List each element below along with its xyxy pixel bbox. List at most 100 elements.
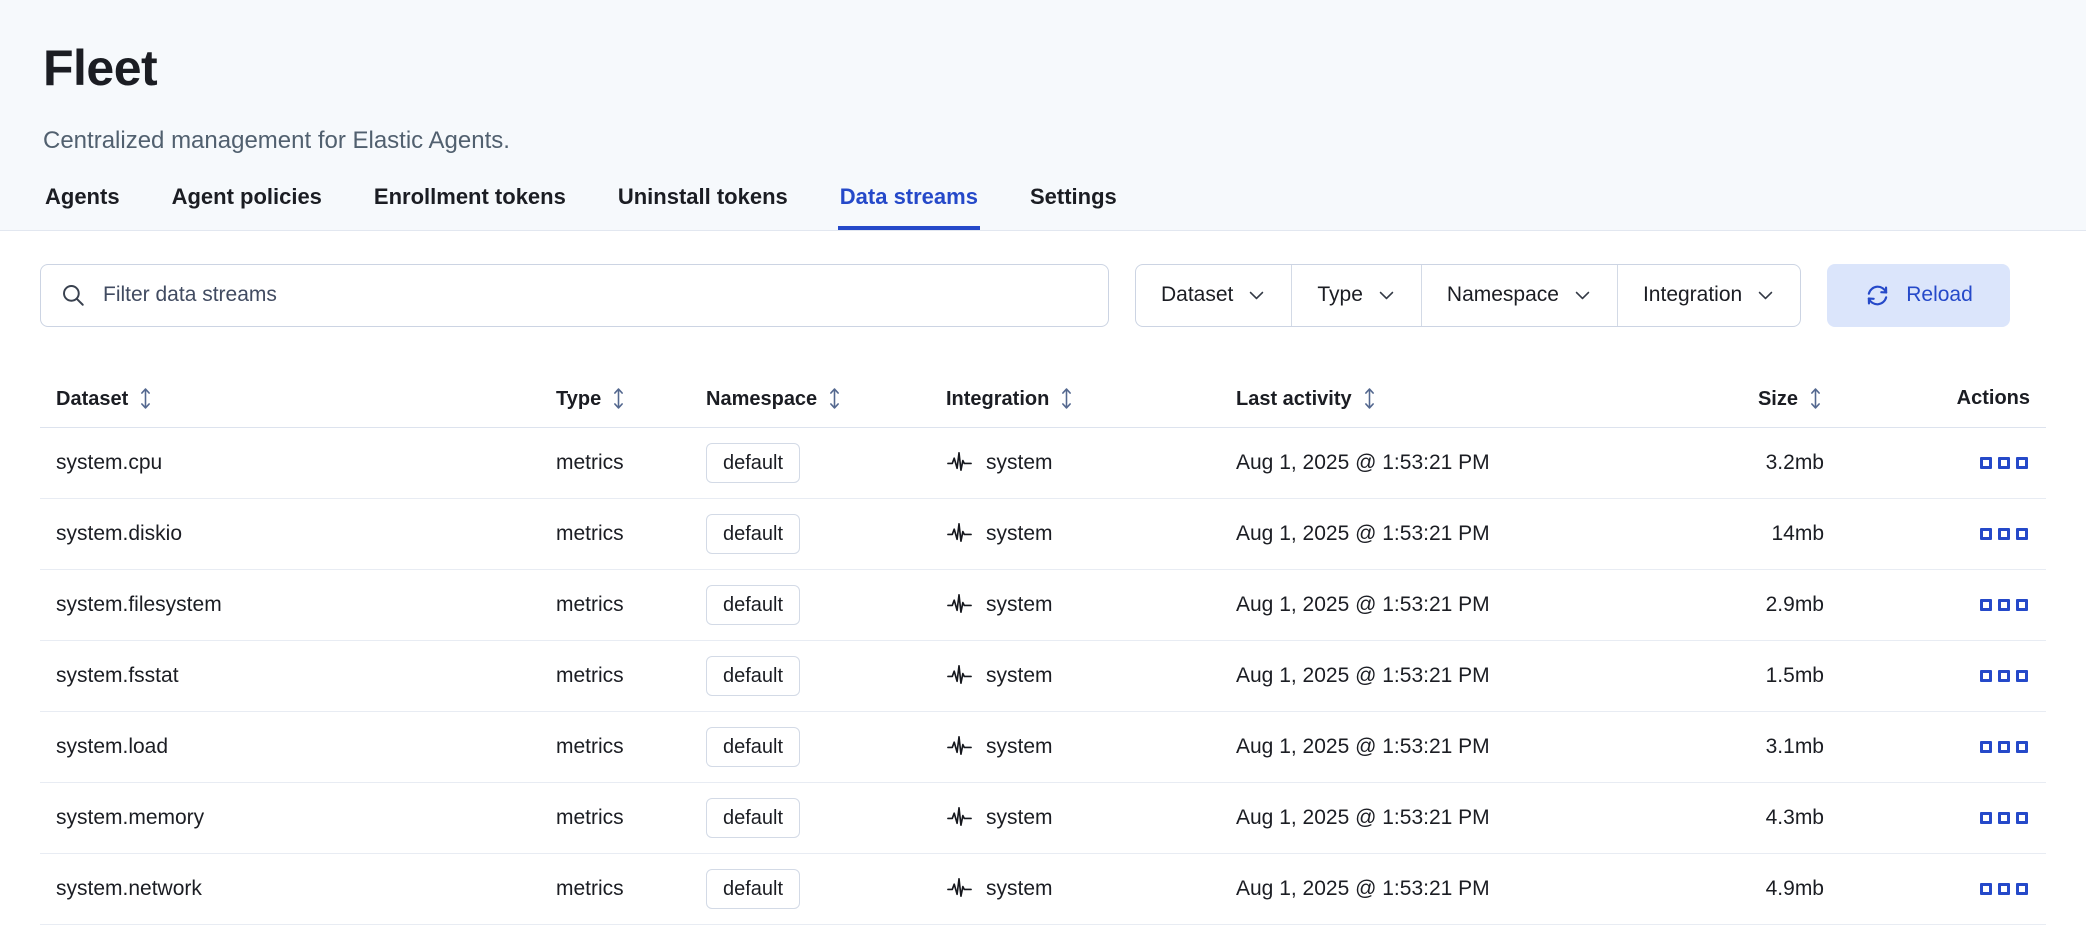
tab-data-streams[interactable]: Data streams bbox=[838, 184, 980, 230]
pulse-icon bbox=[946, 804, 973, 831]
actions-button[interactable] bbox=[1978, 595, 2030, 615]
size-cell: 2.9mb bbox=[1640, 569, 1840, 640]
tab-enrollment-tokens[interactable]: Enrollment tokens bbox=[372, 184, 568, 230]
page-subtitle: Centralized management for Elastic Agent… bbox=[43, 126, 2043, 156]
sort-icon bbox=[1361, 387, 1378, 410]
namespace-cell: default bbox=[690, 711, 930, 782]
dataset-cell: system.fsstat bbox=[40, 640, 540, 711]
table-header-row: Dataset Type Namespace Integration Last … bbox=[40, 381, 2046, 428]
tab-uninstall-tokens[interactable]: Uninstall tokens bbox=[616, 184, 790, 230]
namespace-cell: default bbox=[690, 498, 930, 569]
chevron-down-icon bbox=[1377, 286, 1396, 305]
pulse-icon bbox=[946, 733, 973, 760]
last-activity-cell: Aug 1, 2025 @ 1:53:21 PM bbox=[1220, 782, 1640, 853]
tab-bar: Agents Agent policies Enrollment tokens Uni… bbox=[43, 184, 2043, 230]
type-cell: metrics bbox=[540, 498, 690, 569]
data-streams-table: Dataset Type Namespace Integration Last … bbox=[40, 381, 2046, 925]
refresh-icon bbox=[1864, 282, 1891, 309]
table-row: system.fsstat metrics default system Aug… bbox=[40, 640, 2046, 711]
search-box[interactable] bbox=[40, 264, 1109, 327]
column-header-label: Size bbox=[1758, 388, 1798, 410]
tab-label: Enrollment tokens bbox=[374, 184, 566, 209]
column-header-last_activity[interactable]: Last activity bbox=[1220, 381, 1640, 428]
filter-button-integration[interactable]: Integration bbox=[1618, 265, 1800, 326]
search-input[interactable] bbox=[101, 282, 1089, 308]
tab-agent-policies[interactable]: Agent policies bbox=[170, 184, 324, 230]
namespace-badge: default bbox=[706, 585, 800, 625]
toolbar: Dataset Type Namespace Integration Reloa… bbox=[0, 231, 2086, 327]
reload-button[interactable]: Reload bbox=[1827, 264, 2010, 327]
integration-cell: system bbox=[930, 569, 1220, 640]
pulse-icon bbox=[946, 875, 973, 902]
actions-button[interactable] bbox=[1978, 808, 2030, 828]
column-header-integration[interactable]: Integration bbox=[930, 381, 1220, 428]
namespace-badge: default bbox=[706, 798, 800, 838]
size-cell: 4.9mb bbox=[1640, 853, 1840, 924]
column-header-namespace[interactable]: Namespace bbox=[690, 381, 930, 428]
filter-button-namespace[interactable]: Namespace bbox=[1422, 265, 1618, 326]
actions-cell bbox=[1840, 853, 2046, 924]
namespace-badge: default bbox=[706, 443, 800, 483]
integration-cell: system bbox=[930, 427, 1220, 498]
integration-cell: system bbox=[930, 640, 1220, 711]
last-activity-cell: Aug 1, 2025 @ 1:53:21 PM bbox=[1220, 498, 1640, 569]
actions-button[interactable] bbox=[1978, 737, 2030, 757]
pulse-icon bbox=[946, 662, 973, 689]
column-header-type[interactable]: Type bbox=[540, 381, 690, 428]
last-activity-cell: Aug 1, 2025 @ 1:53:21 PM bbox=[1220, 711, 1640, 782]
column-header-label: Actions bbox=[1957, 387, 2030, 409]
dataset-cell: system.cpu bbox=[40, 427, 540, 498]
column-header-label: Type bbox=[556, 388, 601, 410]
table-row: system.filesystem metrics default system… bbox=[40, 569, 2046, 640]
chevron-down-icon bbox=[1756, 286, 1775, 305]
filter-button-label: Namespace bbox=[1447, 283, 1559, 307]
tab-settings[interactable]: Settings bbox=[1028, 184, 1119, 230]
sort-icon bbox=[137, 387, 154, 410]
chevron-down-icon bbox=[1247, 286, 1266, 305]
dataset-cell: system.load bbox=[40, 711, 540, 782]
column-header-dataset[interactable]: Dataset bbox=[40, 381, 540, 428]
tab-agents[interactable]: Agents bbox=[43, 184, 122, 230]
dataset-cell: system.memory bbox=[40, 782, 540, 853]
tab-label: Data streams bbox=[840, 184, 978, 209]
namespace-cell: default bbox=[690, 782, 930, 853]
size-cell: 14mb bbox=[1640, 498, 1840, 569]
namespace-cell: default bbox=[690, 853, 930, 924]
column-header-size[interactable]: Size bbox=[1640, 381, 1840, 428]
sort-icon bbox=[826, 387, 843, 410]
pulse-icon bbox=[946, 520, 973, 547]
page-title: Fleet bbox=[43, 40, 2043, 98]
actions-button[interactable] bbox=[1978, 453, 2030, 473]
integration-label: system bbox=[986, 877, 1053, 901]
actions-cell bbox=[1840, 782, 2046, 853]
actions-cell bbox=[1840, 569, 2046, 640]
namespace-cell: default bbox=[690, 569, 930, 640]
integration-label: system bbox=[986, 593, 1053, 617]
type-cell: metrics bbox=[540, 427, 690, 498]
table-row: system.load metrics default system Aug 1… bbox=[40, 711, 2046, 782]
integration-label: system bbox=[986, 664, 1053, 688]
type-cell: metrics bbox=[540, 853, 690, 924]
chevron-down-icon bbox=[1573, 286, 1592, 305]
last-activity-cell: Aug 1, 2025 @ 1:53:21 PM bbox=[1220, 853, 1640, 924]
filter-button-dataset[interactable]: Dataset bbox=[1136, 265, 1292, 326]
data-streams-panel: Dataset Type Namespace Integration Reloa… bbox=[0, 231, 2086, 925]
integration-label: system bbox=[986, 806, 1053, 830]
filter-button-label: Dataset bbox=[1161, 283, 1233, 307]
namespace-cell: default bbox=[690, 427, 930, 498]
integration-cell: system bbox=[930, 711, 1220, 782]
last-activity-cell: Aug 1, 2025 @ 1:53:21 PM bbox=[1220, 640, 1640, 711]
integration-label: system bbox=[986, 451, 1053, 475]
actions-button[interactable] bbox=[1978, 879, 2030, 899]
type-cell: metrics bbox=[540, 782, 690, 853]
sort-icon bbox=[1807, 387, 1824, 410]
sort-icon bbox=[610, 387, 627, 410]
column-header-label: Integration bbox=[946, 388, 1049, 410]
integration-cell: system bbox=[930, 782, 1220, 853]
namespace-badge: default bbox=[706, 656, 800, 696]
actions-button[interactable] bbox=[1978, 666, 2030, 686]
filter-group: Dataset Type Namespace Integration bbox=[1135, 264, 1801, 327]
namespace-badge: default bbox=[706, 514, 800, 554]
actions-button[interactable] bbox=[1978, 524, 2030, 544]
filter-button-type[interactable]: Type bbox=[1292, 265, 1422, 326]
